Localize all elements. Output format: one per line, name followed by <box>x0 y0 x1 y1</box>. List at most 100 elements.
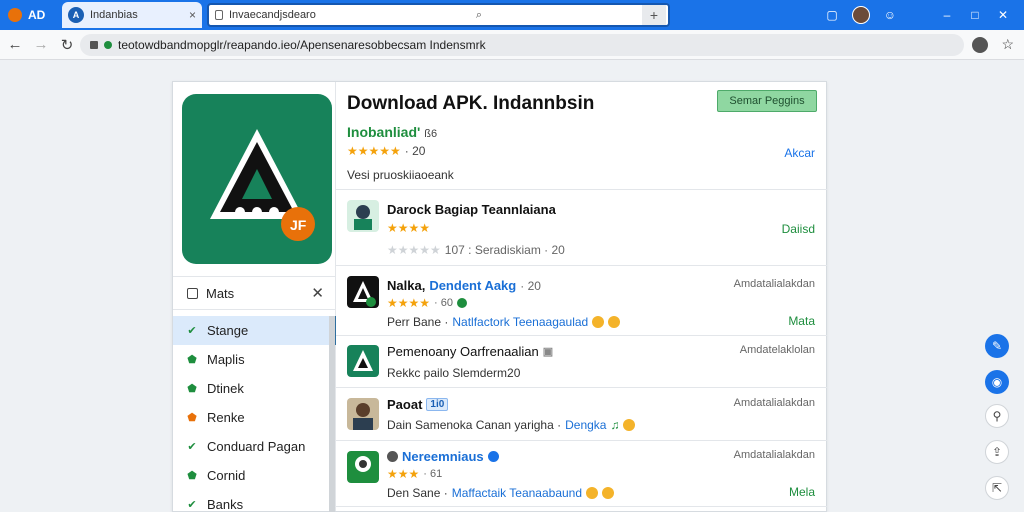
list-item-action[interactable]: Daiisd <box>782 222 815 236</box>
browser-logo-icon <box>8 8 22 22</box>
list-item-meta: Amdatalialakdan <box>733 449 815 461</box>
tab-close-icon[interactable]: × <box>189 8 196 22</box>
sidebar-item-label: Dtinek <box>207 381 244 396</box>
list-item-rating-text: 107 : Seradiskiam · 20 <box>444 243 565 257</box>
sidebar-item-stange[interactable]: ✔ Stange <box>173 316 336 345</box>
list-item-title: Paoat 1i0 <box>387 397 449 412</box>
extension-icon[interactable]: ▢ <box>826 8 837 22</box>
emoji-icon <box>602 487 615 499</box>
list-item-subtitle: Dain Samenoka Canan yarigha · Dengka ♫ <box>387 418 636 432</box>
list-item-sub-text: Perr Bane · <box>387 315 449 329</box>
tab-first[interactable]: AD <box>0 0 60 30</box>
star-rating-icon: ★★★★ <box>387 296 431 310</box>
list-item-sub-link[interactable]: Dengka <box>565 418 606 432</box>
lock-icon <box>90 41 98 49</box>
reload-icon[interactable]: ↻ <box>54 36 80 54</box>
list-item-title-link[interactable]: Nereemniaus <box>402 449 484 464</box>
new-tab-icon[interactable]: + <box>641 5 666 25</box>
tab-active[interactable]: A Indanbias × <box>62 2 202 28</box>
list-item-title-text: Paoat <box>387 397 423 412</box>
sidebar-item-label: Maplis <box>207 352 245 367</box>
close-window-icon[interactable]: ✕ <box>996 8 1010 22</box>
list-item-subtitle: Rekkc pailo Slemderm20 <box>387 366 520 380</box>
list-item-meta-row: ★★★★★ 107 : Seradiskiam · 20 <box>387 243 565 257</box>
developer-name[interactable]: Inobanliad' ß6 <box>347 124 437 140</box>
list-item-title: Nereemniaus <box>387 449 499 464</box>
list-item-sub-text: Rekkc pailo Slemderm20 <box>387 366 521 380</box>
app-thumbnail-icon <box>347 451 379 483</box>
emoji-icon[interactable]: ☺ <box>884 8 896 22</box>
sidebar-item-label: Renke <box>207 410 245 425</box>
menu-header[interactable]: Mats ✕ <box>173 276 336 310</box>
minimize-icon[interactable]: – <box>940 8 954 22</box>
emoji-icon <box>623 419 636 431</box>
list-item[interactable]: Paoat 1i0 Dain Samenoka Canan yarigha · … <box>336 388 827 441</box>
sidebar-item-conduard[interactable]: ✔ Conduard Pagan <box>173 432 336 461</box>
list-item-title: Nalka, Dendent Aakg · 20 <box>387 278 541 293</box>
forward-icon[interactable]: → <box>28 36 54 53</box>
list-item-badge: 1i0 <box>426 398 449 411</box>
menu-header-label: Mats <box>206 285 235 301</box>
app-description: Vesi pruoskiiaoeank <box>347 168 454 182</box>
bookmark-star-icon[interactable]: ☆ <box>1001 36 1014 53</box>
check-icon: ✔ <box>187 325 197 337</box>
list-item-title-link[interactable]: Dendent Aakg <box>429 278 516 293</box>
profile-avatar[interactable] <box>851 6 870 24</box>
checkbox-icon <box>187 287 198 299</box>
edit-fab-icon[interactable]: ✎ <box>985 334 1009 358</box>
list-item-title-text: Darock Bagiap Teannlaiana <box>387 202 556 217</box>
back-icon[interactable]: ← <box>2 36 28 53</box>
app-header: Download APK. Indannbsin Semar Peggins I… <box>336 82 827 190</box>
music-icon: ♫ <box>610 418 620 432</box>
url-field[interactable]: teotowdbandmopglr/reapando.ieo/Apensenar… <box>80 34 964 56</box>
list-item-title-text: Pemenoany Oarfrenaalian <box>387 344 539 359</box>
list-item[interactable]: Nalka, Dendent Aakg · 20 ★★★★ · 60 Perr … <box>336 266 827 336</box>
app-logo-icon: JF <box>182 94 332 264</box>
upload-fab-icon[interactable]: ⇪ <box>985 440 1009 464</box>
list-item[interactable]: Pemenoany Oarfrenaalian ▣ Rekkc pailo Sl… <box>336 336 827 388</box>
close-icon[interactable]: ✕ <box>311 284 324 302</box>
maximize-icon[interactable]: □ <box>968 8 982 22</box>
list-item[interactable]: Darock Bagiap Teannlaiana ★★★★ ★★★★★ 107… <box>336 191 827 266</box>
sidebar-item-cornid[interactable]: ⬟ Cornid <box>173 461 336 490</box>
sidebar-item-banks[interactable]: ✔ Banks <box>173 490 336 512</box>
primary-action-button[interactable]: Semar Peggins <box>717 90 817 112</box>
list-item-rating-text: · 60 <box>434 297 453 309</box>
developer-label: Inobanliad' <box>347 124 421 140</box>
sidebar-scrollbar[interactable] <box>329 316 335 512</box>
sidebar-item-maplis[interactable]: ⬟ Maplis <box>173 345 336 374</box>
list-item-subtitle: Perr Bane · Natlfactork Teenaagaulad <box>387 315 621 329</box>
search-icon[interactable]: ⌕ <box>476 9 482 22</box>
lock-icon: ▣ <box>542 346 554 358</box>
check-icon: ✔ <box>187 441 197 453</box>
star-rating-empty-icon: ★★★★★ <box>387 243 441 257</box>
list-item-meta: Amdatelaklolan <box>739 344 815 356</box>
filter-fab-icon[interactable]: ⚲ <box>985 404 1009 428</box>
list-item-sub-link[interactable]: Natlfactork Teenaagaulad <box>452 315 588 329</box>
sidebar-item-renke[interactable]: ⬟ Renke <box>173 403 336 432</box>
shield-icon: ⬟ <box>187 354 197 366</box>
hero-link[interactable]: Akcar <box>784 146 815 160</box>
list-item-action[interactable]: Mata <box>788 314 815 328</box>
list-item-rating: ★★★★ <box>387 221 430 235</box>
list-item-action[interactable]: Mela <box>789 485 815 499</box>
extension-puzzle-icon[interactable] <box>972 37 988 53</box>
list-item[interactable]: Nereemniaus ★★★ · 61 Den Sane · Maffacta… <box>336 441 827 507</box>
rating-text: · 20 <box>404 144 426 158</box>
sidebar-item-label: Banks <box>207 497 244 512</box>
list-item-sub-link[interactable]: Maffactaik Teanaabaund <box>452 486 582 500</box>
share-fab-icon[interactable]: ⇱ <box>985 476 1009 500</box>
list-item-meta: Amdatalialakdan <box>733 278 815 290</box>
verified-icon <box>487 451 499 462</box>
emoji-icon <box>608 316 621 328</box>
chat-fab-icon[interactable]: ◉ <box>985 370 1009 394</box>
top-search-box[interactable]: Invaecandjsdearo ⌕ + <box>207 3 670 27</box>
tab-active-label: Indanbias <box>90 9 138 21</box>
page-title: Download APK. Indannbsin <box>347 93 595 114</box>
app-thumbnail-icon <box>347 345 379 377</box>
right-column: Download APK. Indannbsin Semar Peggins I… <box>336 82 827 511</box>
browser-tab-bar: AD A Indanbias × Invaecandjsdearo ⌕ + ▢ … <box>0 0 1024 30</box>
sidebar-item-dtinek[interactable]: ⬟ Dtinek <box>173 374 336 403</box>
secure-dot-icon <box>104 41 112 49</box>
sidebar-item-label: Cornid <box>207 468 246 483</box>
